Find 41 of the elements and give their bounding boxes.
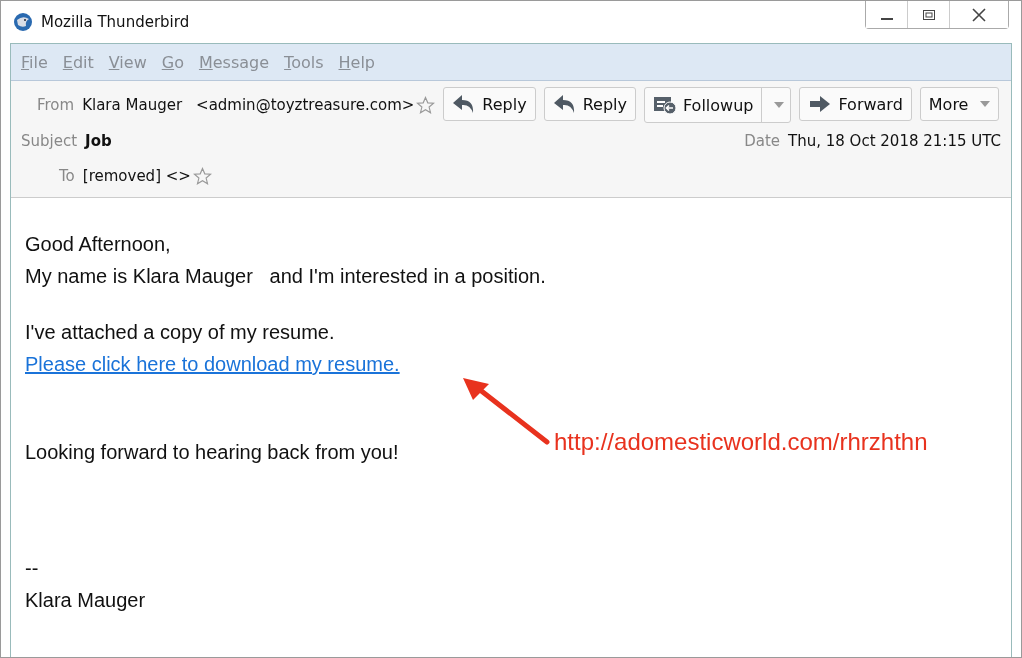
maximize-icon <box>921 8 936 21</box>
menu-item[interactable]: View <box>108 52 147 72</box>
from-label: From <box>37 96 75 114</box>
body-text: Looking forward to hearing back from you! <box>25 440 399 465</box>
menu-item[interactable]: Help <box>338 52 375 72</box>
annotation-url: http://adomesticworld.com/rhrzhthn <box>554 428 928 456</box>
body-text: Klara Mauger <box>25 588 146 613</box>
menu-item[interactable]: Message <box>198 52 270 72</box>
recipient-text: [removed] <> <box>82 167 191 185</box>
more-button[interactable]: More <box>919 87 1000 121</box>
dropdown-icon <box>980 101 991 107</box>
date-text: Thu, 18 Oct 2018 21:15 UTC <box>788 132 1001 150</box>
reply-arrow-icon <box>552 93 577 115</box>
close-icon <box>971 7 987 22</box>
subject-label: Subject <box>21 132 78 150</box>
dropdown-icon <box>774 102 785 108</box>
followup-button[interactable]: Followup <box>643 87 792 123</box>
date-label: Date <box>744 132 781 150</box>
reply-button[interactable]: Reply <box>543 87 636 121</box>
sender-address: <admin@toyztreasure.com> <box>196 96 415 114</box>
star-icon[interactable] <box>416 95 436 115</box>
star-icon[interactable] <box>192 166 212 186</box>
forward-button[interactable]: Forward <box>799 87 912 121</box>
body-text: Good Afternoon, <box>25 232 171 257</box>
body-text: I've attached a copy of my resume. <box>25 320 335 345</box>
sender-name: Klara Mauger <box>82 96 183 114</box>
followup-icon <box>652 95 677 115</box>
body-text: -- <box>25 556 39 581</box>
menu-item[interactable]: Go <box>161 52 184 72</box>
window-title: Mozilla Thunderbird <box>41 13 190 31</box>
resume-link[interactable]: Please click here to download my resume. <box>25 353 400 375</box>
body-text: My name is Klara Mauger and I'm interested in a position. <box>25 264 546 289</box>
to-label: To <box>59 167 75 185</box>
subject-text: Job <box>85 132 112 150</box>
minimize-icon <box>880 17 893 20</box>
menu-item[interactable]: Edit <box>62 52 94 72</box>
menu-item[interactable]: Tools <box>284 52 324 72</box>
reply-button[interactable]: Reply <box>443 87 536 121</box>
bird-globe-icon <box>13 12 33 32</box>
minimize-button[interactable] <box>866 1 908 28</box>
menu-item[interactable]: File <box>21 52 48 72</box>
